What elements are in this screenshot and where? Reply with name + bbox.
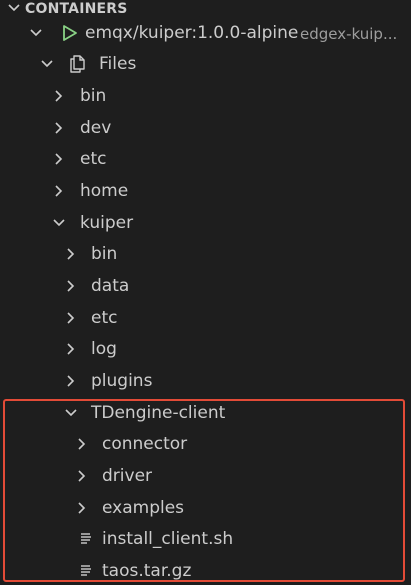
chevron-right-icon	[78, 470, 86, 482]
tree-folder-kuiper-data[interactable]: data	[0, 271, 411, 301]
chevron-right-icon	[67, 248, 75, 260]
folder-label: TDengine-client	[91, 403, 226, 423]
tree-folder-kuiper-log[interactable]: log	[0, 334, 411, 364]
chevron-down-icon	[30, 29, 42, 37]
chevron-right-icon	[67, 343, 75, 355]
chevron-right-icon	[55, 153, 63, 165]
tree-folder-etc[interactable]: etc	[0, 144, 411, 174]
chevron-right-icon	[55, 185, 63, 197]
file-lines-icon	[81, 565, 91, 576]
folder-label: log	[91, 339, 117, 359]
folder-label: etc	[80, 149, 107, 169]
folder-label: dev	[80, 118, 112, 138]
folder-label: bin	[91, 244, 118, 264]
folder-label: data	[91, 276, 130, 296]
tree-file-taos-tar-gz[interactable]: taos.tar.gz	[0, 556, 411, 585]
files-node[interactable]: Files	[0, 49, 411, 79]
tree-folder-connector[interactable]: connector	[0, 429, 411, 459]
folder-label: etc	[91, 308, 118, 328]
tree-folder-home[interactable]: home	[0, 176, 411, 206]
chevron-right-icon	[55, 90, 63, 102]
chevron-right-icon	[78, 438, 86, 450]
chevron-down-icon	[41, 60, 53, 68]
chevron-right-icon	[67, 375, 75, 387]
chevron-right-icon	[67, 312, 75, 324]
containers-section-header[interactable]: CONTAINERS	[0, 0, 411, 20]
chevron-down-icon	[53, 219, 65, 227]
container-item[interactable]: emqx/kuiper:1.0.0-alpine edgex-kuip...	[0, 18, 411, 48]
file-label: install_client.sh	[102, 529, 234, 549]
containers-explorer-panel: CONTAINERS emqx/kuiper:1.0.0-alpine edge…	[0, 0, 411, 585]
folder-label: examples	[102, 498, 185, 518]
files-label: Files	[99, 54, 137, 74]
section-title: CONTAINERS	[25, 1, 128, 17]
container-description: edgex-kuip...	[300, 25, 398, 43]
running-container-icon	[63, 25, 77, 41]
folder-label: bin	[80, 86, 107, 106]
folder-label: kuiper	[80, 213, 134, 233]
tree-folder-kuiper-plugins[interactable]: plugins	[0, 366, 411, 396]
file-label: taos.tar.gz	[102, 561, 192, 581]
folder-label: driver	[102, 466, 153, 486]
tree-file-install-client[interactable]: install_client.sh	[0, 524, 411, 554]
tree-folder-driver[interactable]: driver	[0, 461, 411, 491]
tree-folder-dev[interactable]: dev	[0, 113, 411, 143]
chevron-right-icon	[55, 122, 63, 134]
tree-folder-bin[interactable]: bin	[0, 81, 411, 111]
files-icon	[70, 55, 85, 73]
chevron-right-icon	[67, 280, 75, 292]
container-name: emqx/kuiper:1.0.0-alpine	[85, 23, 299, 43]
chevron-right-icon	[78, 502, 86, 514]
folder-label: home	[80, 181, 129, 201]
folder-label: plugins	[91, 371, 153, 391]
folder-label: connector	[102, 434, 188, 454]
chevron-down-icon	[8, 4, 20, 12]
tree-folder-examples[interactable]: examples	[0, 493, 411, 523]
chevron-down-icon	[65, 409, 77, 417]
tree-folder-kuiper[interactable]: kuiper	[0, 208, 411, 238]
tree-folder-tdengine-client[interactable]: TDengine-client	[0, 398, 411, 428]
tree-folder-kuiper-etc[interactable]: etc	[0, 303, 411, 333]
tree-folder-kuiper-bin[interactable]: bin	[0, 239, 411, 269]
file-lines-icon	[81, 533, 91, 544]
